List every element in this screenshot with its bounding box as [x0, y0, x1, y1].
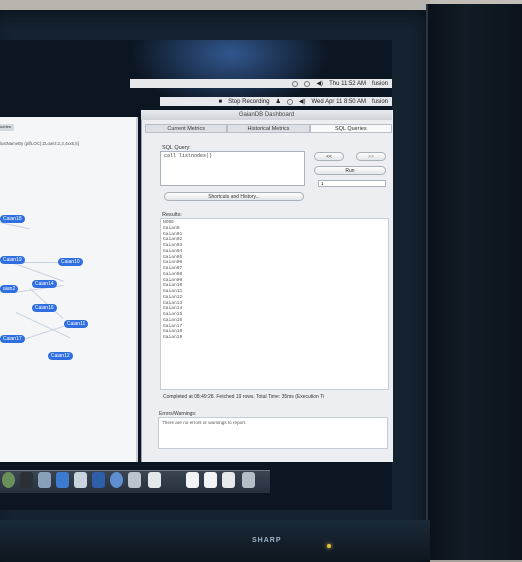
menubar-second: ■ Stop Recording ♟ ◀) Wed Apr 11 8:50 AM…	[160, 97, 392, 106]
menubar-user[interactable]: fusion	[372, 81, 388, 87]
tab-sql-queries[interactable]: SQL Queries	[309, 124, 392, 133]
results-list: NODE Gaian0 Gaian01 Gaian02 Gaian03 Gaia…	[163, 220, 182, 341]
graph-node[interactable]: Caian17	[0, 335, 25, 343]
previous-query-button[interactable]: <<	[314, 152, 344, 161]
table-row[interactable]: Gaian07	[163, 266, 182, 272]
document-icon[interactable]	[222, 472, 235, 488]
next-query-button[interactable]: >>	[356, 152, 386, 161]
left-window-tab[interactable]: ueries	[0, 124, 14, 131]
graph-node[interactable]: Caian10	[58, 258, 83, 266]
user-icon: ♟	[275, 99, 281, 105]
safari-icon[interactable]	[110, 472, 123, 488]
monitor-side-panel	[428, 4, 522, 560]
document-icon[interactable]	[148, 472, 161, 488]
run-button[interactable]: Run	[314, 166, 386, 175]
stop-recording-item[interactable]: Stop Recording	[228, 99, 269, 105]
sync-icon[interactable]	[292, 80, 299, 87]
query-path: lustNameBy (pillLOC):ZLow/4:2,3,4xx6,5]	[0, 141, 79, 146]
menubar-clock[interactable]: Wed Apr 11 8:50 AM	[312, 99, 366, 105]
volume-icon[interactable]: ◀)	[299, 98, 306, 105]
window-title: GaianDB Dashboard	[141, 110, 392, 120]
graph-window	[0, 117, 138, 462]
table-row[interactable]: Gaian0	[163, 226, 182, 232]
graph-node[interactable]: Caian18	[0, 215, 25, 223]
shortcuts-dropdown[interactable]: Shortcuts and History...	[164, 192, 304, 201]
table-row[interactable]: Gaian12	[163, 295, 182, 301]
record-icon: ■	[218, 98, 223, 105]
document-icon[interactable]	[186, 472, 199, 488]
brand-logo: SHARP	[252, 537, 282, 544]
menubar-user[interactable]: fusion	[372, 99, 388, 105]
menubar-top: ◀) Thu 11:52 AM fusion	[130, 79, 392, 88]
sql-query-input[interactable]: call listnodes()	[160, 151, 305, 186]
sync-icon[interactable]	[286, 98, 293, 105]
tab-historical-metrics[interactable]: Historical Metrics	[227, 124, 310, 133]
row-limit-field[interactable]: 1	[318, 180, 386, 187]
status-text: Completed at 08:49:28. Fetched 19 rows. …	[163, 394, 325, 400]
preview-icon[interactable]	[38, 472, 51, 488]
finder-icon[interactable]	[2, 472, 15, 488]
errors-box: There are no errors or warnings to repor…	[158, 417, 388, 449]
app-store-icon[interactable]	[56, 472, 69, 488]
table-row[interactable]: Gaian15	[163, 312, 182, 318]
terminal-icon[interactable]	[20, 472, 33, 488]
table-row[interactable]: Gaian19	[163, 335, 182, 341]
table-row[interactable]: Gaian11	[163, 289, 182, 295]
graph-node[interactable]: Caian12	[48, 352, 73, 360]
power-led	[327, 544, 331, 548]
xcode-icon[interactable]	[92, 472, 105, 488]
table-row[interactable]: Gaian04	[163, 249, 182, 255]
bezel-bottom	[0, 520, 430, 560]
tab-current-metrics[interactable]: Current Metrics	[145, 124, 228, 133]
graph-node[interactable]: aian2	[0, 285, 19, 293]
graph-node[interactable]: Caian14	[32, 280, 57, 288]
graph-node[interactable]: Caian16	[32, 304, 57, 312]
graph-node[interactable]: Caian11	[64, 320, 89, 328]
tab-bar: Current Metrics Historical Metrics SQL Q…	[145, 124, 392, 133]
table-row[interactable]: Gaian16	[163, 318, 182, 324]
mail-icon[interactable]	[128, 472, 141, 488]
results-table[interactable]	[160, 218, 389, 390]
document-icon[interactable]	[204, 472, 217, 488]
folder-icon[interactable]	[74, 472, 87, 488]
trash-icon[interactable]	[242, 472, 255, 488]
graph-node[interactable]: Caian19	[0, 256, 25, 264]
table-row[interactable]: Gaian03	[163, 243, 182, 249]
volume-icon[interactable]: ◀)	[316, 80, 323, 87]
menubar-clock[interactable]: Thu 11:52 AM	[329, 81, 366, 87]
table-row[interactable]: Gaian08	[163, 272, 182, 278]
bluetooth-icon[interactable]	[304, 80, 311, 87]
